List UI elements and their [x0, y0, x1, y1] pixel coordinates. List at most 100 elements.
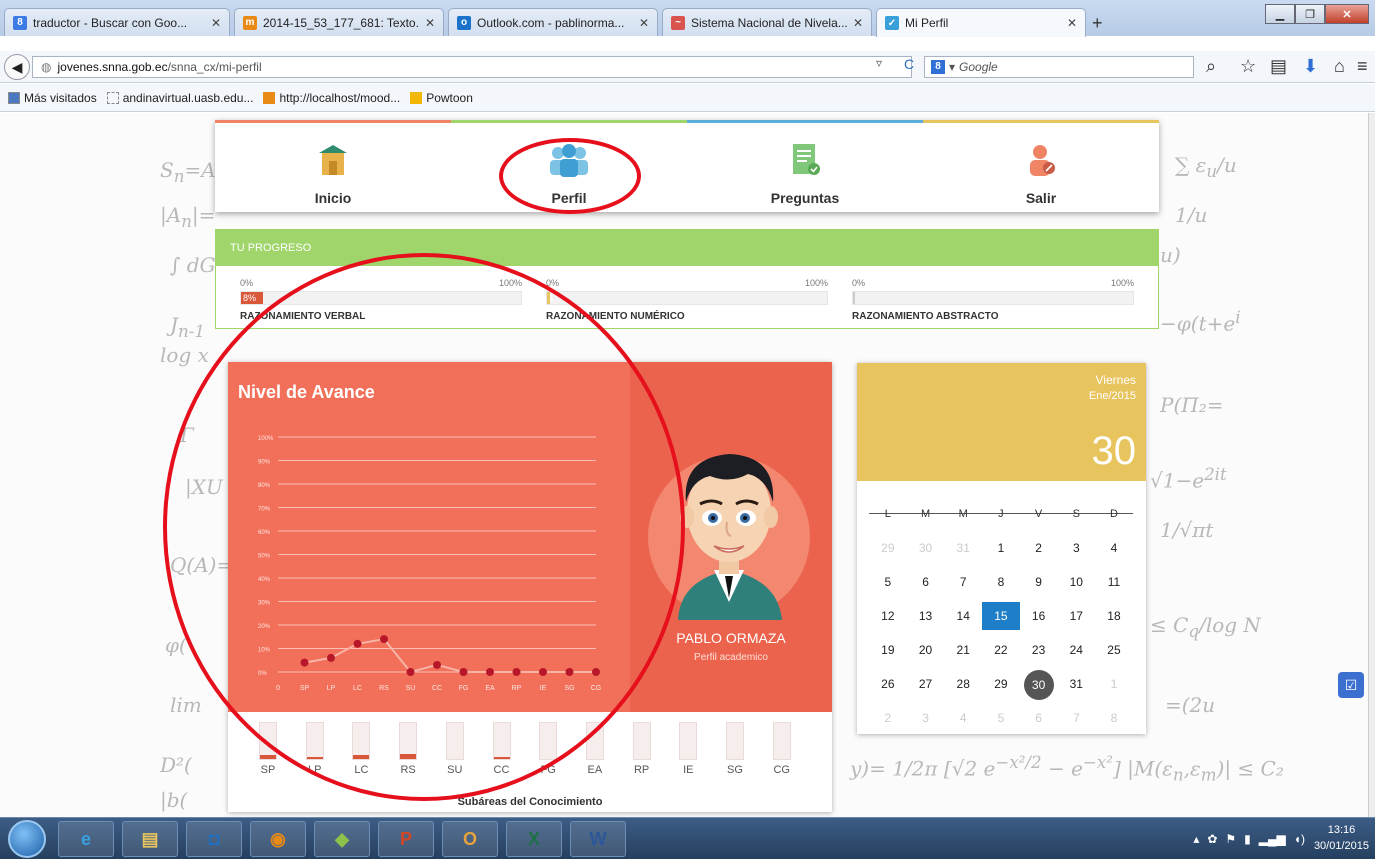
taskbar-internet-explorer-icon[interactable]: e — [58, 821, 114, 857]
calendar-day[interactable]: 20 — [907, 636, 945, 664]
calendar-day[interactable]: 22 — [982, 636, 1020, 664]
system-clock[interactable]: 13:16 30/01/2015 — [1314, 822, 1369, 854]
calendar-day[interactable]: 29 — [982, 670, 1020, 698]
back-button[interactable]: ◀ — [4, 54, 30, 80]
calendar-day[interactable]: 25 — [1095, 636, 1133, 664]
calendar-day[interactable]: 16 — [1020, 602, 1058, 630]
home-icon[interactable]: ⌂ — [1334, 56, 1345, 77]
bookmark-powtoon[interactable]: Powtoon — [410, 91, 473, 105]
calendar-day[interactable]: 5 — [869, 568, 907, 596]
menu-icon[interactable]: ≡ — [1357, 56, 1368, 77]
system-tray: ▴ ✿ ⚑ ▮ ▂▄▆ ◖) — [1193, 832, 1305, 846]
taskbar-outlook-icon[interactable]: O — [442, 821, 498, 857]
nav-salir[interactable]: Salir — [923, 143, 1159, 206]
search-box[interactable]: 8 ▾ Google — [924, 56, 1194, 78]
tray-app-icon[interactable]: ✿ — [1207, 832, 1217, 846]
calendar-day[interactable]: 8 — [982, 568, 1020, 596]
bookmark-localhost[interactable]: http://localhost/mood... — [263, 91, 400, 105]
new-tab-button[interactable]: + — [1092, 13, 1103, 34]
calendar-day[interactable]: 2 — [1020, 534, 1058, 562]
minimize-button[interactable]: ▁ — [1265, 4, 1295, 24]
calendar-day[interactable]: 21 — [944, 636, 982, 664]
nav-inicio[interactable]: Inicio — [215, 143, 451, 206]
close-window-button[interactable]: ✕ — [1325, 4, 1369, 24]
calendar-day[interactable]: 6 — [907, 568, 945, 596]
taskbar-shapes-app-icon[interactable]: ◆ — [314, 821, 370, 857]
close-tab-icon[interactable]: ✕ — [639, 16, 649, 30]
progress-name: RAZONAMIENTO NUMÉRICO — [546, 311, 685, 322]
url-domain: jovenes.snna.gob.ec — [57, 60, 168, 74]
calendar-day[interactable]: 31 — [1057, 670, 1095, 698]
calendar-day[interactable]: 9 — [1020, 568, 1058, 596]
download-icon[interactable]: ⬇ — [1303, 56, 1318, 77]
calendar-day[interactable]: 15 — [982, 602, 1020, 630]
taskbar-excel-icon[interactable]: X — [506, 821, 562, 857]
calendar-day[interactable]: 17 — [1057, 602, 1095, 630]
calendar-day[interactable]: 19 — [869, 636, 907, 664]
calendar-day[interactable]: 8 — [1095, 704, 1133, 732]
close-tab-icon[interactable]: ✕ — [853, 16, 863, 30]
close-tab-icon[interactable]: ✕ — [425, 16, 435, 30]
nav-perfil[interactable]: Perfil — [451, 143, 687, 206]
start-button[interactable] — [8, 820, 46, 858]
calendar-day[interactable]: 7 — [944, 568, 982, 596]
close-tab-icon[interactable]: ✕ — [211, 16, 221, 30]
calendar-day[interactable]: 3 — [1057, 534, 1095, 562]
browser-tab[interactable]: o Outlook.com - pablinorma... ✕ — [448, 8, 658, 36]
calendar-day[interactable]: 5 — [982, 704, 1020, 732]
calendar-day[interactable]: 1 — [982, 534, 1020, 562]
maximize-button[interactable]: ❐ — [1295, 4, 1325, 24]
calendar-day[interactable]: 23 — [1020, 636, 1058, 664]
calendar-day[interactable]: 2 — [869, 704, 907, 732]
calendar-day[interactable]: 29 — [869, 534, 907, 562]
calendar-day[interactable]: 10 — [1057, 568, 1095, 596]
search-icon[interactable]: ⌕ — [1206, 56, 1216, 77]
bookmark-most-visited[interactable]: Más visitados — [8, 91, 97, 105]
calendar-day[interactable]: 30 — [907, 534, 945, 562]
taskbar-powerpoint-icon[interactable]: P — [378, 821, 434, 857]
calendar-day[interactable]: 26 — [869, 670, 907, 698]
browser-tab[interactable]: 8 traductor - Buscar con Goo... ✕ — [4, 8, 230, 36]
calendar-day[interactable]: 6 — [1020, 704, 1058, 732]
reading-list-icon[interactable]: ▤ — [1270, 56, 1287, 77]
page-scrollbar[interactable] — [1368, 113, 1375, 817]
address-bar[interactable]: ◍ jovenes.snna.gob.ec/snna_cx/mi-perfil — [32, 56, 912, 78]
calendar-day[interactable]: 12 — [869, 602, 907, 630]
calendar-day[interactable]: 13 — [907, 602, 945, 630]
progress-scale: 0% 100% — [852, 278, 1134, 288]
browser-tab[interactable]: ✓ Mi Perfil ✕ — [876, 8, 1086, 37]
dropdown-arrow-icon[interactable]: ▿ — [876, 56, 882, 70]
battery-icon[interactable]: ▮ — [1244, 832, 1251, 846]
volume-icon[interactable]: ◖) — [1294, 832, 1305, 846]
network-icon[interactable]: ▂▄▆ — [1259, 832, 1286, 846]
tray-expand-icon[interactable]: ▴ — [1193, 832, 1199, 846]
subarea-bar — [492, 722, 511, 760]
reload-icon[interactable]: C — [904, 56, 914, 72]
star-icon[interactable]: ☆ — [1240, 56, 1256, 77]
calendar-day[interactable]: 3 — [907, 704, 945, 732]
calendar-day[interactable]: 24 — [1057, 636, 1095, 664]
nav-preguntas[interactable]: Preguntas — [687, 143, 923, 206]
calendar-day[interactable]: 1 — [1095, 670, 1133, 698]
calendar-day[interactable]: 18 — [1095, 602, 1133, 630]
calendar-day[interactable]: 31 — [944, 534, 982, 562]
notification-check-icon[interactable]: ☑ — [1338, 672, 1364, 698]
calendar-day[interactable]: 4 — [1095, 534, 1133, 562]
calendar-day[interactable]: 7 — [1057, 704, 1095, 732]
calendar-day[interactable]: 14 — [944, 602, 982, 630]
browser-tab[interactable]: ~ Sistema Nacional de Nivela... ✕ — [662, 8, 872, 36]
close-tab-icon[interactable]: ✕ — [1067, 16, 1077, 30]
bookmark-andinavirtual[interactable]: andinavirtual.uasb.edu... — [106, 91, 253, 105]
calendar-day[interactable]: 30 — [1020, 670, 1058, 700]
tray-flag-icon[interactable]: ⚑ — [1225, 832, 1236, 846]
calendar-day[interactable]: 28 — [944, 670, 982, 698]
browser-tab[interactable]: m 2014-15_53_177_681: Texto... ✕ — [234, 8, 444, 36]
math-background-decoration: u) — [1160, 243, 1181, 267]
taskbar-file-explorer-icon[interactable]: ▤ — [122, 821, 178, 857]
taskbar-word-icon[interactable]: W — [570, 821, 626, 857]
calendar-day[interactable]: 27 — [907, 670, 945, 698]
taskbar-firefox-icon[interactable]: ◉ — [250, 821, 306, 857]
calendar-day[interactable]: 4 — [944, 704, 982, 732]
calendar-day[interactable]: 11 — [1095, 568, 1133, 596]
taskbar-media-player-icon[interactable]: ◘ — [186, 821, 242, 857]
